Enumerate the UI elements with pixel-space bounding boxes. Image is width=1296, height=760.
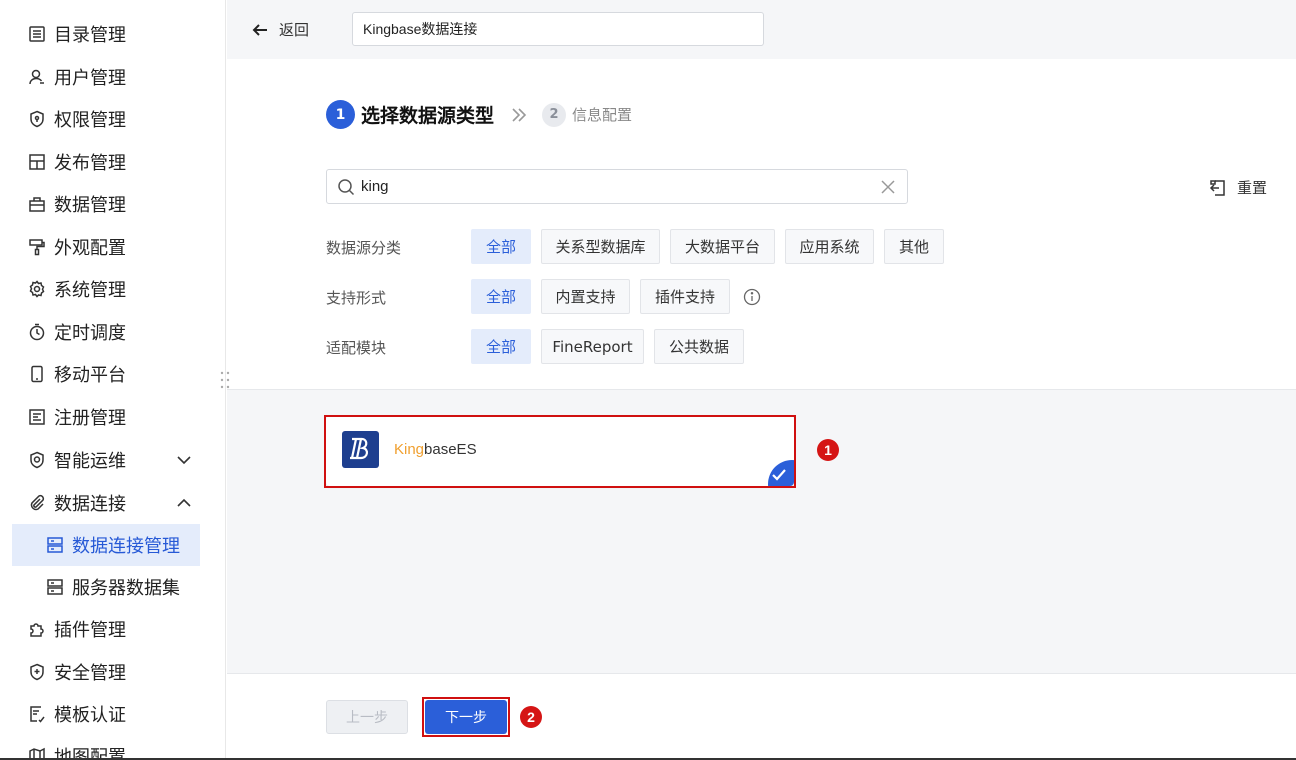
back-label: 返回 [279,21,310,39]
sidebar-item-schedule[interactable]: 定时调度 [0,311,225,353]
sidebar-item-map[interactable]: 地图配置 [0,735,225,760]
filter-module-public-data[interactable]: 公共数据 [654,329,744,364]
sidebar-item-label: 数据管理 [54,195,126,216]
sidebar-item-label: 发布管理 [54,153,126,174]
step-1-label: 选择数据源类型 [361,105,495,127]
sidebar: 目录管理 用户管理 权限管理 发布管理 数据管理 外观配置 系统管理 定时调度 … [0,0,226,760]
connection-name-input[interactable]: Kingbase数据连接 [352,12,764,46]
sidebar-item-template-cert[interactable]: 模板认证 [0,693,225,735]
prev-step-button[interactable]: 上一步 [326,700,408,734]
register-icon [28,408,46,426]
user-icon [28,68,46,86]
sidebar-item-catalog[interactable]: 目录管理 [0,13,225,55]
sidebar-item-ops[interactable]: 智能运维 [0,439,225,481]
sidebar-item-label: 注册管理 [54,408,126,429]
reset-button[interactable]: 重置 [1209,177,1267,198]
filter-module-label: 适配模块 [326,339,387,357]
sidebar-item-security[interactable]: 安全管理 [0,651,225,693]
database-box-icon [28,195,46,213]
step-1-number: 1 [326,100,355,129]
sidebar-item-label: 外观配置 [54,238,126,259]
sidebar-item-system[interactable]: 系统管理 [0,268,225,310]
sidebar-item-label: 定时调度 [54,323,126,344]
sidebar-item-label: 权限管理 [54,110,126,131]
annotation-highlight-card [324,415,796,488]
sidebar-item-label: 智能运维 [54,451,126,472]
step-2-number: 2 [542,102,567,127]
filter-support-plugin[interactable]: 插件支持 [640,279,730,314]
filter-module-all[interactable]: 全部 [471,329,531,364]
certificate-icon [28,705,46,723]
server-icon [46,536,64,554]
resize-handle-icon[interactable] [219,369,231,391]
paperclip-icon [28,494,46,512]
mobile-icon [28,365,46,383]
stepper: 1 选择数据源类型 2 信息配置 [326,100,632,129]
arrow-left-icon [252,23,267,36]
sidebar-item-label: 移动平台 [54,365,126,386]
sidebar-item-label: 目录管理 [54,25,126,46]
gear-icon [28,280,46,298]
filter-category-relational[interactable]: 关系型数据库 [541,229,660,264]
ops-icon [28,451,46,469]
filter-support-builtin[interactable]: 内置支持 [541,279,630,314]
sidebar-item-users[interactable]: 用户管理 [0,56,225,98]
sidebar-item-data-connection[interactable]: 数据连接 [0,482,225,524]
annotation-highlight-next [422,697,510,737]
sidebar-item-label: 数据连接管理 [72,536,180,557]
filter-category-label: 数据源分类 [326,239,402,257]
search-value: king [361,178,389,195]
layout-icon [28,153,46,171]
chevron-up-icon [177,498,191,507]
sidebar-item-appearance[interactable]: 外观配置 [0,226,225,268]
puzzle-icon [28,620,46,638]
sidebar-item-permissions[interactable]: 权限管理 [0,98,225,140]
filter-module-finereport[interactable]: FineReport [541,329,644,364]
sidebar-item-mobile[interactable]: 移动平台 [0,353,225,395]
filter-category-apps[interactable]: 应用系统 [785,229,874,264]
info-icon[interactable] [743,288,761,306]
search-input[interactable]: king [326,169,908,204]
reset-label: 重置 [1237,179,1268,197]
sidebar-item-register[interactable]: 注册管理 [0,396,225,438]
sidebar-item-plugins[interactable]: 插件管理 [0,608,225,650]
filter-category-other[interactable]: 其他 [884,229,944,264]
search-icon [338,178,355,195]
shield-plus-icon [28,663,46,681]
reset-icon [1209,179,1225,196]
filter-category-all[interactable]: 全部 [471,229,531,264]
sidebar-subitem-connection-manage[interactable]: 数据连接管理 [12,524,200,566]
shield-lock-icon [28,110,46,128]
filter-category-bigdata[interactable]: 大数据平台 [670,229,775,264]
double-chevron-right-icon [512,107,527,122]
sidebar-item-label: 模板认证 [54,705,126,726]
chevron-down-icon [177,456,191,465]
filter-support-all[interactable]: 全部 [471,279,531,314]
sidebar-item-publish[interactable]: 发布管理 [0,141,225,183]
sidebar-subitem-server-dataset[interactable]: 服务器数据集 [0,566,225,608]
close-icon[interactable] [881,180,895,194]
stopwatch-icon [28,323,46,341]
sidebar-item-label: 用户管理 [54,68,126,89]
header-bar: 返回 Kingbase数据连接 [227,0,1296,59]
annotation-badge-2: 2 [520,706,542,728]
sidebar-item-data[interactable]: 数据管理 [0,183,225,225]
filter-support-label: 支持形式 [326,289,387,307]
sidebar-item-label: 安全管理 [54,663,126,684]
sidebar-item-label: 插件管理 [54,620,126,641]
annotation-badge-1: 1 [817,439,839,461]
list-icon [28,25,46,43]
paint-roller-icon [28,238,46,256]
step-2-label: 信息配置 [572,106,633,124]
sidebar-item-label: 数据连接 [54,494,126,515]
sidebar-item-label: 系统管理 [54,280,126,301]
sidebar-item-label: 服务器数据集 [72,578,180,599]
server-icon [46,578,64,596]
back-button[interactable]: 返回 [251,19,309,40]
